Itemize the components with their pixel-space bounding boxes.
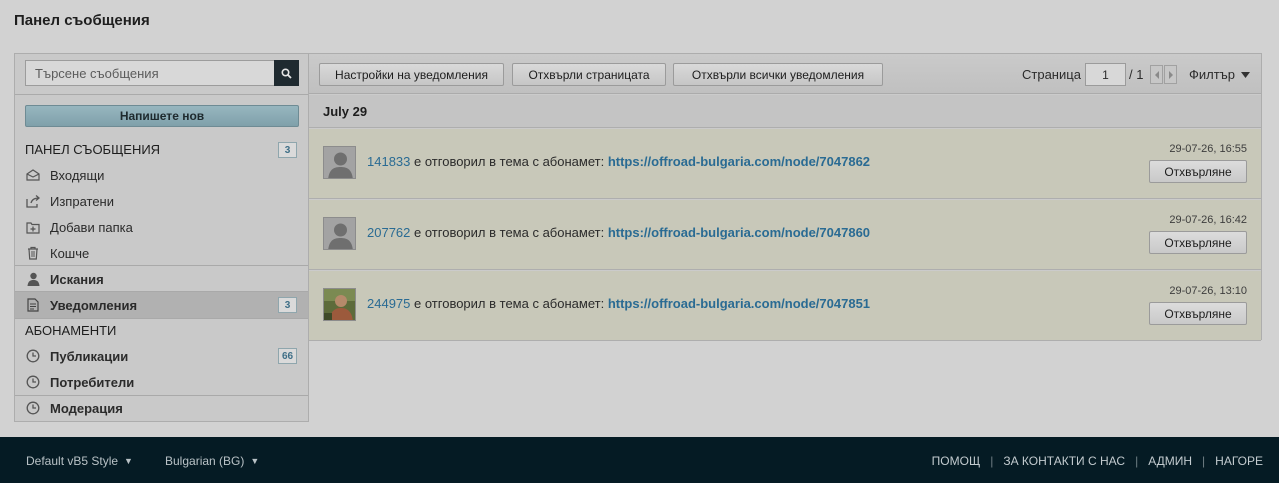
sidebar-item-moderation[interactable]: Модерация [15, 395, 308, 421]
next-page-button[interactable] [1164, 65, 1177, 84]
divider [15, 318, 308, 319]
language-selector-label: Bulgarian (BG) [165, 454, 245, 468]
notification-action: е отговорил в тема с абонамет: [414, 225, 605, 240]
messages-count-badge: 3 [278, 142, 297, 158]
toolbar: Настройки на уведомления Отхвърли страни… [309, 54, 1261, 94]
notification-item: 244975 е отговорил в тема с абонамет: ht… [309, 271, 1261, 341]
user-link[interactable]: 207762 [367, 225, 410, 240]
user-photo-avatar [324, 289, 355, 320]
notification-item: 141833 е отговорил в тема с абонамет: ht… [309, 129, 1261, 199]
sidebar-item-trash[interactable]: Кошче [15, 240, 308, 266]
notification-item: 207762 е отговорил в тема с абонамет: ht… [309, 200, 1261, 270]
reject-button[interactable]: Отхвърляне [1149, 302, 1247, 325]
sidebar-item-publications[interactable]: Публикации 66 [15, 343, 308, 369]
notification-settings-button[interactable]: Настройки на уведомления [319, 63, 504, 86]
sidebar-item-label: Потребители [50, 374, 135, 390]
user-link[interactable]: 244975 [367, 296, 410, 311]
sidebar-item-sent[interactable]: Изпратени [15, 188, 308, 214]
avatar[interactable] [323, 217, 356, 250]
back-to-top-link[interactable]: НАГОРЕ [1215, 454, 1263, 468]
chevron-down-icon: ▼ [250, 456, 260, 466]
sidebar: Напишете нов ПАНЕЛ СЪОБЩЕНИЯ 3 Входящи И… [14, 53, 309, 422]
compose-new-button[interactable]: Напишете нов [25, 105, 299, 127]
clock-icon [25, 400, 41, 416]
admin-link[interactable]: АДМИН [1148, 454, 1192, 468]
sidebar-item-label: Добави папка [50, 219, 133, 235]
style-selector-label: Default vB5 Style [26, 454, 119, 468]
chevron-right-icon [1168, 70, 1173, 79]
messages-heading: ПАНЕЛ СЪОБЩЕНИЯ [25, 142, 161, 157]
inbox-icon [25, 167, 41, 183]
chevron-down-icon: ▼ [124, 456, 133, 466]
search-button[interactable] [274, 60, 299, 86]
filter-label: Филтър [1189, 67, 1236, 82]
search-input[interactable] [25, 60, 275, 86]
contact-link[interactable]: ЗА КОНТАКТИ С НАС [1003, 454, 1125, 468]
topic-link[interactable]: https://offroad-bulgaria.com/node/704786… [608, 154, 870, 169]
sidebar-item-label: Входящи [50, 167, 105, 183]
sidebar-item-inbox[interactable]: Входящи [15, 162, 308, 188]
language-selector[interactable]: Bulgarian (BG) ▼ [165, 454, 259, 468]
notification-action: е отговорил в тема с абонамет: [414, 296, 605, 311]
sidebar-item-users[interactable]: Потребители [15, 369, 308, 395]
trash-icon [25, 245, 41, 261]
notification-text: 244975 е отговорил в тема с абонамет: ht… [367, 296, 870, 311]
notification-text: 141833 е отговорил в тема с абонамет: ht… [367, 154, 870, 169]
clock-icon [25, 348, 41, 364]
reject-button[interactable]: Отхвърляне [1149, 231, 1247, 254]
default-avatar-icon [324, 218, 355, 249]
reject-all-button[interactable]: Отхвърли всички уведомления [673, 63, 883, 86]
subscriptions-heading: АБОНАМЕНТИ [25, 323, 117, 338]
clock-icon [25, 374, 41, 390]
user-icon [25, 271, 41, 287]
timestamp: 29-07-26, 16:55 [1169, 143, 1247, 155]
document-icon [25, 297, 41, 313]
help-link[interactable]: ПОМОЩ [932, 454, 981, 468]
sidebar-item-label: Искания [50, 271, 104, 287]
user-link[interactable]: 141833 [367, 154, 410, 169]
footer-links: ПОМОЩ | ЗА КОНТАКТИ С НАС | АДМИН | НАГО… [932, 454, 1263, 468]
page-title: Панел съобщения [14, 12, 150, 29]
default-avatar-icon [324, 147, 355, 178]
reject-button[interactable]: Отхвърляне [1149, 160, 1247, 183]
reject-page-button[interactable]: Отхвърли страницата [512, 63, 666, 86]
sent-icon [25, 193, 41, 209]
divider [15, 94, 308, 95]
notification-text: 207762 е отговорил в тема с абонамет: ht… [367, 225, 870, 240]
topic-link[interactable]: https://offroad-bulgaria.com/node/704786… [608, 225, 870, 240]
separator: | [1135, 454, 1139, 468]
search-box [25, 60, 299, 86]
notifications-panel: Настройки на уведомления Отхвърли страни… [308, 53, 1262, 341]
style-selector[interactable]: Default vB5 Style ▼ [26, 454, 133, 468]
sidebar-item-label: Публикации [50, 348, 129, 364]
search-icon [281, 67, 292, 79]
sidebar-item-add-folder[interactable]: Добави папка [15, 214, 308, 240]
topic-link[interactable]: https://offroad-bulgaria.com/node/704785… [608, 296, 870, 311]
chevron-left-icon [1154, 70, 1159, 79]
prev-page-button[interactable] [1150, 65, 1163, 84]
sidebar-item-label: Уведомления [50, 297, 138, 313]
notification-action: е отговорил в тема с абонамет: [414, 154, 605, 169]
avatar[interactable] [323, 288, 356, 321]
timestamp: 29-07-26, 13:10 [1169, 285, 1247, 297]
sidebar-item-label: Изпратени [50, 193, 114, 209]
filter-dropdown[interactable]: Филтър [1189, 67, 1251, 82]
sidebar-item-label: Кошче [50, 245, 90, 261]
date-group-header: July 29 [309, 95, 1261, 128]
avatar[interactable] [323, 146, 356, 179]
footer: Default vB5 Style ▼ Bulgarian (BG) ▼ ПОМ… [0, 437, 1279, 483]
publications-count-badge: 66 [278, 348, 297, 364]
page-label: Страница [1022, 67, 1081, 82]
notifications-count-badge: 3 [278, 297, 297, 313]
separator: | [990, 454, 994, 468]
separator: | [1202, 454, 1206, 468]
sidebar-item-requests[interactable]: Искания [15, 266, 308, 292]
sidebar-item-label: Модерация [50, 400, 123, 416]
page-number-input[interactable] [1085, 63, 1126, 86]
sidebar-item-notifications[interactable]: Уведомления 3 [15, 292, 308, 318]
add-folder-icon [25, 219, 41, 235]
timestamp: 29-07-26, 16:42 [1169, 214, 1247, 226]
page-total: / 1 [1129, 67, 1144, 82]
chevron-down-icon [1241, 71, 1251, 78]
